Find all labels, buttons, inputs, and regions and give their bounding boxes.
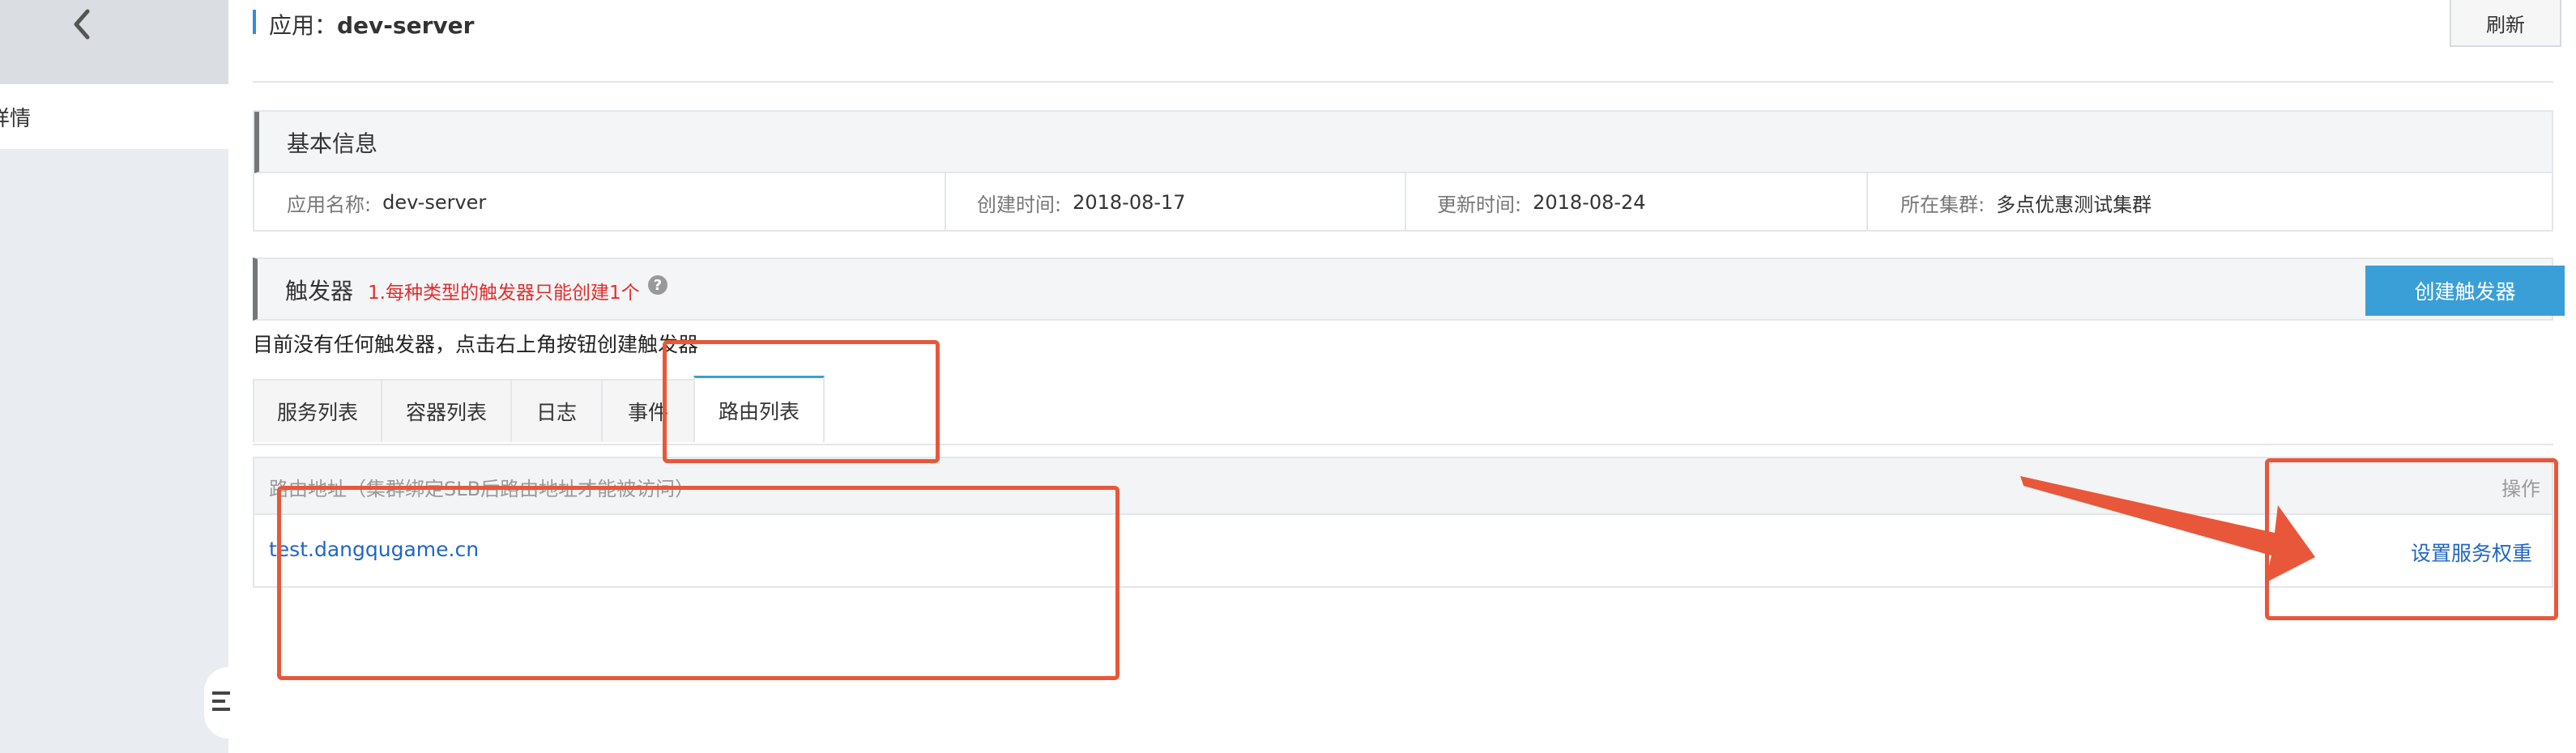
page: 详情 应用：dev-server 刷新 基本信息 应用名称: dev-serve…	[0, 0, 2576, 753]
annotation-arrow-icon	[2020, 476, 2315, 583]
